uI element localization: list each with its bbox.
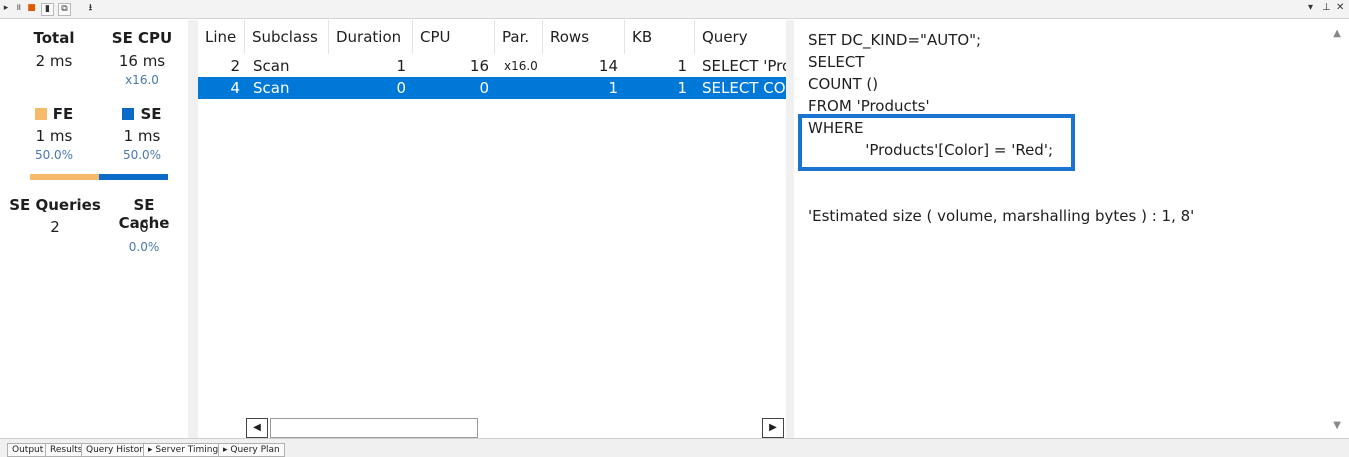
se-cache-value: 0 xyxy=(139,218,149,236)
column-header-duration[interactable]: Duration xyxy=(329,20,413,54)
scroll-left-icon[interactable]: ◀ xyxy=(246,418,268,438)
scrollbar-thumb[interactable] xyxy=(270,418,478,438)
export-icon[interactable]: ⭳ xyxy=(84,3,97,16)
query-line: FROM 'Products' xyxy=(808,97,930,115)
bottom-tab-bar: Output Results Query History ▸ Server Ti… xyxy=(0,438,1349,457)
se-cpu-ratio: x16.0 xyxy=(125,73,159,87)
column-header-par[interactable]: Par. xyxy=(495,20,543,54)
se-cpu-label: SE CPU xyxy=(111,29,173,47)
tab-output[interactable]: Output xyxy=(7,443,49,457)
cell-subclass: Scan xyxy=(253,79,290,97)
column-header-subclass[interactable]: Subclass xyxy=(245,20,329,54)
table-row-selected[interactable]: 4 Scan 0 0 1 1 SELECT COU xyxy=(198,77,786,99)
cell-cpu: 16 xyxy=(469,57,489,75)
fe-bar xyxy=(30,174,99,180)
where-clause-highlight xyxy=(798,114,1075,171)
total-label: Total xyxy=(33,29,75,47)
cell-rows: 14 xyxy=(598,57,618,75)
cell-query: SELECT COU xyxy=(702,79,786,97)
pin-icon[interactable]: ⊥ xyxy=(1322,2,1331,13)
close-icon[interactable]: ✕ xyxy=(1336,2,1344,13)
query-line: SET DC_KIND="AUTO"; xyxy=(808,31,982,49)
query-text-pane[interactable]: SET DC_KIND="AUTO"; SELECT COUNT () FROM… xyxy=(794,20,1349,438)
stop-icon[interactable]: ■ xyxy=(25,3,38,16)
se-queries-value: 2 xyxy=(50,218,60,236)
grid-header: Line Subclass Duration CPU Par. Rows KB … xyxy=(198,20,786,54)
fe-value: 1 ms xyxy=(35,127,73,145)
fe-legend-icon xyxy=(34,108,47,120)
se-legend-icon xyxy=(122,108,135,120)
cell-cpu: 0 xyxy=(479,79,489,97)
se-queries-label: SE Queries xyxy=(9,196,101,214)
query-line: COUNT () xyxy=(808,75,879,93)
table-row[interactable]: 2 Scan 1 16 x16.0 14 1 SELECT 'Pro xyxy=(198,55,786,77)
pause-icon[interactable]: ॥ xyxy=(12,3,25,16)
se-percent: 50.0% xyxy=(122,148,162,162)
total-value: 2 ms xyxy=(35,52,73,70)
cell-subclass: Scan xyxy=(253,57,290,75)
fe-percent: 50.0% xyxy=(34,148,74,162)
timings-summary: Total 2 ms SE CPU 16 ms x16.0 FE 1 ms 50… xyxy=(7,20,188,438)
cell-rows: 1 xyxy=(608,79,618,97)
query-line: SELECT xyxy=(808,53,865,71)
toolbar: ▸ ॥ ■ ▮ ⧉ ⭳ ▾ ⊥ ✕ xyxy=(0,0,1349,19)
se-cache-percent: 0.0% xyxy=(128,240,160,254)
server-timings-grid: Line Subclass Duration CPU Par. Rows KB … xyxy=(198,20,786,438)
dropdown-icon[interactable]: ▾ xyxy=(1308,2,1313,13)
cell-duration: 0 xyxy=(396,79,406,97)
fe-label: FE xyxy=(19,105,89,123)
column-header-cpu[interactable]: CPU xyxy=(413,20,495,54)
tab-query-plan[interactable]: ▸ Query Plan xyxy=(218,443,285,457)
cell-kb: 1 xyxy=(677,57,687,75)
cell-line: 4 xyxy=(230,79,240,97)
column-header-kb[interactable]: KB xyxy=(625,20,695,54)
se-value: 1 ms xyxy=(123,127,161,145)
column-header-line[interactable]: Line xyxy=(198,20,245,54)
cell-kb: 1 xyxy=(677,79,687,97)
column-header-query[interactable]: Query xyxy=(695,20,786,54)
cell-duration: 1 xyxy=(396,57,406,75)
column-header-rows[interactable]: Rows xyxy=(543,20,625,54)
clear-icon[interactable]: ▮ xyxy=(41,3,54,16)
copy-icon[interactable]: ⧉ xyxy=(58,3,71,16)
panel-splitter[interactable] xyxy=(188,20,198,438)
se-label: SE xyxy=(104,105,180,123)
cell-par: x16.0 xyxy=(504,59,538,73)
estimated-size-line: 'Estimated size ( volume, marshalling by… xyxy=(808,207,1195,225)
cell-line: 2 xyxy=(230,57,240,75)
se-cpu-value: 16 ms xyxy=(118,52,166,70)
scroll-down-icon[interactable]: ▼ xyxy=(1333,420,1341,431)
cell-query: SELECT 'Pro xyxy=(702,57,786,75)
se-bar xyxy=(99,174,168,180)
play-icon[interactable]: ▸ xyxy=(2,3,10,16)
horizontal-scrollbar[interactable]: ◀ ▶ xyxy=(244,418,786,438)
scroll-right-icon[interactable]: ▶ xyxy=(762,418,784,438)
scroll-up-icon[interactable]: ▲ xyxy=(1333,28,1341,39)
pane-splitter[interactable] xyxy=(786,20,794,438)
tab-server-timings[interactable]: ▸ Server Timings xyxy=(143,443,228,457)
